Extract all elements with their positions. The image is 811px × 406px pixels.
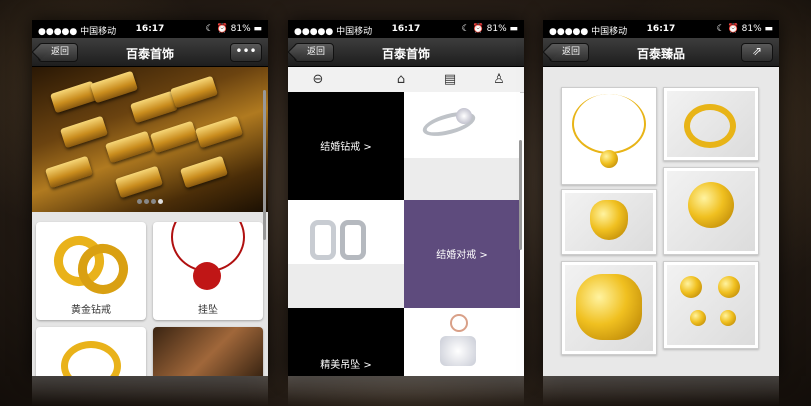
gold-bar [129, 90, 179, 124]
flower-ring-image [688, 182, 734, 228]
ring-image [684, 104, 736, 148]
pendant-bail-image [450, 314, 468, 332]
product-heart-ring[interactable] [561, 189, 657, 255]
home-icon[interactable]: ⌂ [386, 67, 416, 92]
toolbar: ⊖ ⌂ ▤ ♙ [288, 67, 524, 93]
tile-ring-2[interactable] [36, 327, 146, 376]
gold-bar [89, 70, 139, 104]
reflection [32, 376, 268, 406]
nav-bar: 返回 百泰首饰 [288, 38, 524, 67]
category-label: 结婚对戒 > [436, 250, 488, 261]
page-title: 百泰首饰 [381, 47, 430, 61]
product-image-pendant[interactable] [404, 308, 520, 376]
carousel-dot[interactable] [137, 199, 142, 204]
tile-handshake[interactable] [153, 327, 263, 376]
ring-image [61, 341, 121, 376]
carousel-dot[interactable] [144, 199, 149, 204]
gold-bar [104, 130, 154, 164]
product-earrings[interactable] [663, 261, 759, 349]
reflection [288, 376, 524, 406]
category-wedding-diamond-ring[interactable]: 结婚钻戒 > [288, 92, 404, 200]
tile-label: 黄金钻戒 [71, 305, 111, 316]
banner-image[interactable] [32, 67, 268, 212]
gold-bar [59, 115, 109, 149]
product-flower-ring[interactable] [663, 167, 759, 255]
battery-text: ☾ ⏰ 81% ▬ [716, 24, 773, 34]
category-wedding-bands[interactable]: 结婚对戒 > [404, 200, 520, 308]
earring-image [720, 310, 736, 326]
signet-ring-image [576, 274, 642, 340]
necklace-chain-image [572, 94, 646, 154]
earring-image [680, 276, 702, 298]
gold-bar [194, 115, 244, 149]
product-image-ring[interactable] [404, 92, 520, 200]
battery-text: ☾ ⏰ 81% ▬ [461, 24, 518, 34]
scrollbar[interactable] [519, 140, 522, 250]
phone-screen-2: ●●●●● 中国移动 16:17 ☾ ⏰ 81% ▬ 返回 百泰首饰 ⊖ ⌂ ▤… [288, 20, 524, 376]
category-label: 精美吊坠 > [320, 360, 372, 371]
phone-screen-3: ●●●●● 中国移动 16:17 ☾ ⏰ 81% ▬ 返回 百泰臻品 ⇗ [543, 20, 779, 376]
scrollbar[interactable] [263, 90, 266, 240]
product-signet-ring[interactable] [561, 261, 657, 355]
product-ring-1[interactable] [663, 87, 759, 161]
phone-screen-1: ●●●●● 中国移动 16:17 ☾ ⏰ 81% ▬ 返回 百泰首饰 ••• 黄… [32, 20, 268, 376]
heart-ring-image [590, 200, 628, 240]
tile-gold-ring[interactable]: 黄金钻戒 [36, 222, 146, 320]
news-icon[interactable]: ▤ [435, 67, 465, 92]
tile-label: 挂坠 [198, 305, 218, 316]
more-button[interactable]: ••• [230, 43, 262, 62]
nav-bar: 返回 百泰臻品 ⇗ [543, 38, 779, 67]
status-bar: ●●●●● 中国移动 16:17 ☾ ⏰ 81% ▬ [543, 20, 779, 38]
back-circle-icon[interactable]: ⊖ [303, 67, 333, 92]
product-gallery [543, 67, 779, 376]
image-shadow [288, 264, 404, 308]
battery-text: ☾ ⏰ 81% ▬ [205, 24, 262, 34]
earring-image [718, 276, 740, 298]
user-icon[interactable]: ♙ [484, 67, 514, 92]
category-label: 结婚钻戒 > [320, 142, 372, 153]
status-bar: ●●●●● 中国移动 16:17 ☾ ⏰ 81% ▬ [288, 20, 524, 38]
status-bar: ●●●●● 中国移动 16:17 ☾ ⏰ 81% ▬ [32, 20, 268, 38]
tile-pendant[interactable]: 挂坠 [153, 222, 263, 320]
reflection [543, 376, 779, 406]
category-pendants[interactable]: 精美吊坠 > [288, 308, 404, 376]
carousel-dot[interactable] [151, 199, 156, 204]
nav-bar: 返回 百泰首饰 ••• [32, 38, 268, 67]
category-grid: 黄金钻戒 挂坠 [32, 212, 268, 376]
diamond-image [456, 108, 472, 124]
gold-bar [149, 120, 199, 154]
product-necklace[interactable] [561, 87, 657, 185]
band-image [340, 220, 366, 260]
carousel-dot[interactable] [158, 199, 163, 204]
product-image-bands[interactable] [288, 200, 404, 308]
pendant-image [440, 336, 476, 366]
carousel-dots[interactable] [32, 189, 268, 208]
gold-bar [44, 155, 94, 189]
gold-bar [179, 155, 229, 189]
band-image [310, 220, 336, 260]
image-shadow [404, 158, 520, 200]
gold-bar [169, 75, 219, 109]
earring-image [690, 310, 706, 326]
pendant-image [193, 262, 221, 290]
pendant-image [600, 150, 618, 168]
share-button[interactable]: ⇗ [741, 43, 773, 62]
